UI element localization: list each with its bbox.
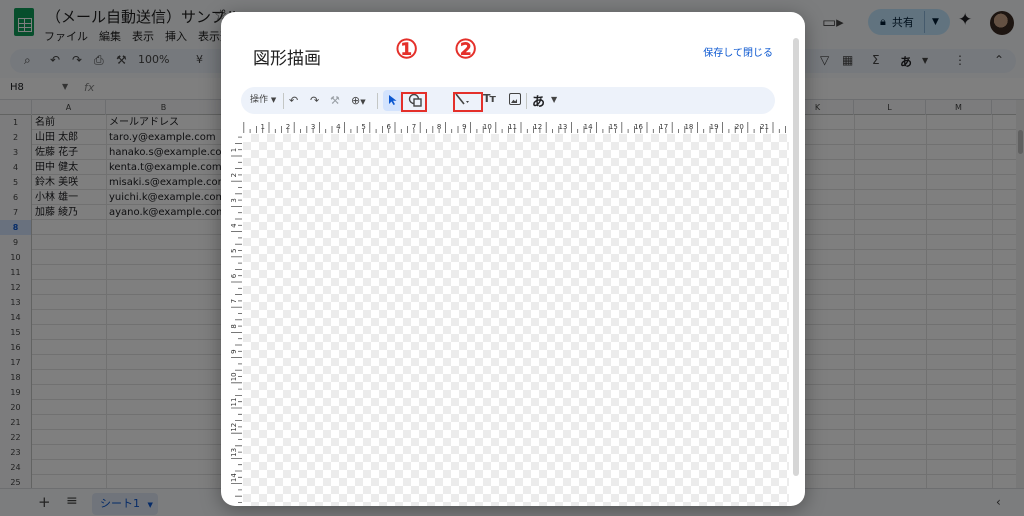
image-icon[interactable] [509,93,521,105]
ruler-label: 2 [230,173,238,177]
ruler-label: 17 [659,123,668,131]
actions-menu[interactable]: 操作 ▼ [250,93,276,108]
ruler-label: 1 [261,123,265,131]
dialog-title: 図形描画 [253,49,321,69]
ruler-label: 14 [584,123,593,131]
drawing-canvas[interactable] [243,134,789,506]
dialog-scrollbar[interactable] [793,38,799,476]
ruler-label: 4 [230,223,238,228]
annotation-marker-2: ② [454,35,478,65]
ruler-label: 8 [437,123,441,131]
ruler-label: 7 [230,299,238,303]
input-tools-button[interactable]: あ [532,91,545,110]
ruler-label: 8 [230,324,238,328]
ruler-label: 20 [735,123,744,131]
ruler-label: 19 [710,123,719,131]
ruler-label: 12 [230,423,238,432]
ruler-label: 13 [230,448,238,457]
ruler-label: 21 [760,123,769,131]
highlight-box-textbox [453,92,483,112]
ruler-label: 11 [508,123,517,131]
ruler-label: 18 [684,123,693,131]
ruler-label: 3 [230,198,238,202]
chevron-down-icon: ▼ [360,98,366,106]
ruler-label: 9 [462,123,466,131]
ruler-label: 10 [483,123,492,131]
ruler-label: 15 [609,123,618,131]
toolbar-divider [283,93,284,109]
ruler-label: 5 [361,123,365,131]
ruler-label: 7 [412,123,416,131]
paint-format-icon[interactable]: ⚒ [330,93,340,108]
ruler-label: 16 [634,123,643,131]
ruler-label: 9 [230,349,238,353]
chevron-down-icon[interactable]: ▼ [551,95,557,104]
ruler-label: 6 [387,123,392,131]
undo-icon[interactable]: ↶ [289,93,298,108]
highlight-box-shape [401,92,427,112]
toolbar-divider [526,93,527,109]
textbox-tool-button[interactable]: Tт [483,92,496,105]
drawing-dialog: 図形描画 保存して閉じる 操作 ▼ ↶ ↷ ⚒ ⊕▼ Tт あ ▼ ① ② 1 … [221,12,805,506]
ruler-label: 2 [286,123,290,131]
chevron-down-icon: ▼ [270,96,277,104]
save-and-close-button[interactable]: 保存して閉じる [703,44,773,59]
ruler-label: 12 [533,123,542,131]
ruler-label: 11 [230,398,238,407]
ruler-label: 10 [230,372,238,381]
redo-icon[interactable]: ↷ [310,93,319,108]
ruler-label: 4 [336,123,341,131]
ruler-label: 3 [311,123,315,131]
ruler-label: 14 [230,473,238,482]
toolbar-divider [377,93,378,109]
ruler-label: 1 [230,148,238,152]
ruler-label: 5 [230,249,238,253]
ruler-label: 13 [558,123,567,131]
ruler-label: 6 [230,273,238,278]
drawing-toolbar: 操作 ▼ ↶ ↷ ⚒ ⊕▼ Tт あ ▼ [241,87,775,114]
actions-label: 操作 [250,95,269,105]
annotation-marker-1: ① [395,35,419,65]
horizontal-ruler[interactable]: 1 2 3 4 5 6 7 8 9 10 11 12 13 14 15 16 17 18 19 20 21 [229,120,789,134]
zoom-icon[interactable]: ⊕▼ [351,93,366,110]
vertical-ruler[interactable]: 1234567891011121314 [229,134,243,506]
cursor-icon [389,95,397,105]
select-tool-button[interactable] [383,90,403,111]
